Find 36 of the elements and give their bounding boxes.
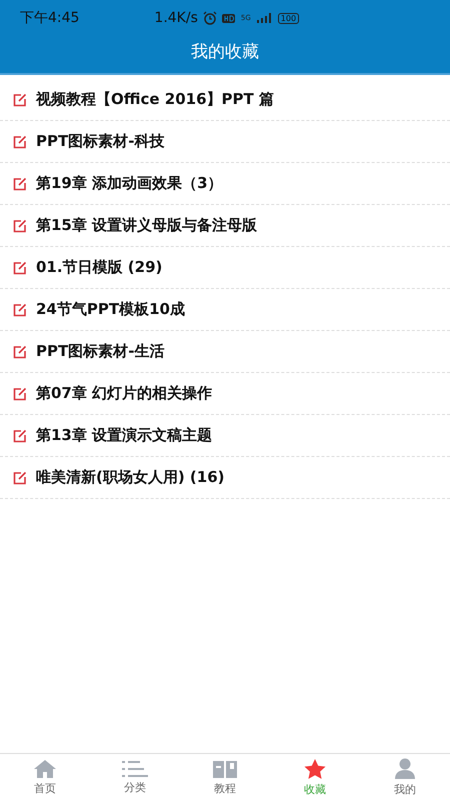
battery-level: 100 [278, 12, 300, 24]
favorite-item[interactable]: PPT图标素材-生活 [0, 331, 450, 373]
edit-icon [13, 386, 27, 400]
edit-icon [13, 176, 27, 190]
favorite-item[interactable]: 01.节日模版 (29) [0, 247, 450, 289]
edit-icon [13, 260, 27, 274]
hd-icon [222, 14, 235, 22]
favorite-item[interactable]: 视频教程【Office 2016】PPT 篇 [0, 79, 450, 121]
favorite-item[interactable]: 24节气PPT模板10成 [0, 289, 450, 331]
home-icon [33, 758, 57, 778]
favorite-item[interactable]: PPT图标素材-科技 [0, 121, 450, 163]
nav-tab[interactable]: 教程 [180, 754, 270, 800]
alarm-icon [202, 11, 217, 25]
status-time: 下午4:45 [20, 9, 80, 27]
edit-icon [13, 470, 27, 484]
signal-icon [256, 13, 273, 23]
favorite-item[interactable]: 第19章 添加动画效果（3） [0, 163, 450, 205]
page-title: 我的收藏 [190, 41, 260, 64]
edit-icon [13, 92, 27, 106]
nav-tab[interactable]: 首页 [0, 754, 90, 800]
star-icon [303, 758, 327, 780]
nav-tab[interactable]: 分类 [90, 754, 180, 800]
nav-tab[interactable]: 我的 [360, 754, 450, 800]
favorite-item[interactable]: 第13章 设置演示文稿主题 [0, 415, 450, 457]
favorite-item[interactable]: 第15章 设置讲义母版与备注母版 [0, 205, 450, 247]
person-icon [394, 758, 416, 780]
edit-icon [13, 218, 27, 232]
book-icon [212, 758, 238, 778]
favorite-item[interactable]: 第07章 幻灯片的相关操作 [0, 373, 450, 415]
edit-icon [13, 302, 27, 316]
edit-icon [13, 428, 27, 442]
network-speed: 1.4K/s [154, 10, 198, 26]
list-icon [122, 760, 148, 778]
edit-icon [13, 134, 27, 148]
edit-icon [13, 344, 27, 358]
favorite-item[interactable]: 唯美清新(职场女人用) (16) [0, 457, 450, 499]
